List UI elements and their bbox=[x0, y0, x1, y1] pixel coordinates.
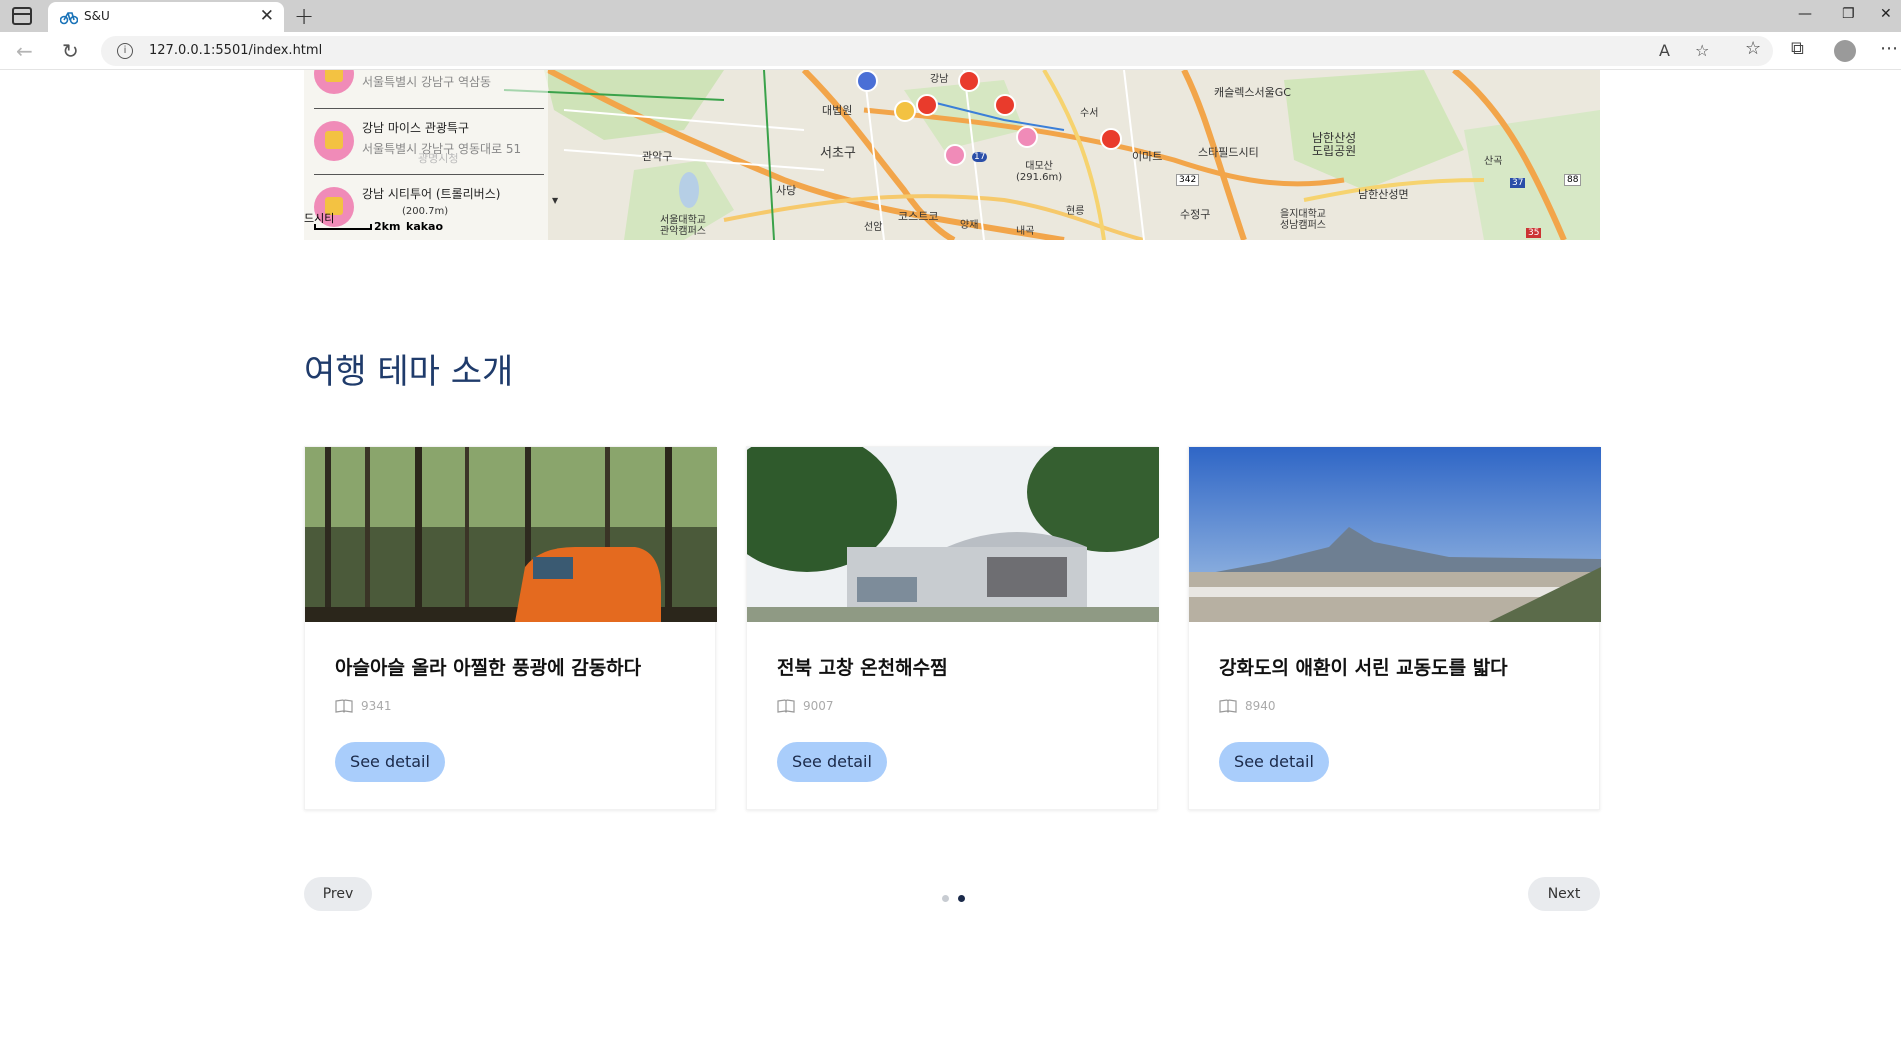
theme-card: 아슬아슬 올라 아찔한 풍광에 감동하다 9341 See detail bbox=[304, 446, 717, 810]
tab-actions-icon[interactable] bbox=[12, 7, 32, 25]
map-label: 이마트 bbox=[1132, 150, 1163, 163]
info-icon[interactable]: i bbox=[117, 43, 133, 59]
attraction-marker-icon[interactable] bbox=[944, 144, 966, 166]
lodging-marker-icon[interactable] bbox=[1100, 128, 1122, 150]
attraction-marker-icon bbox=[314, 70, 354, 94]
theme-card: 전북 고창 온천해수찜 9007 See detail bbox=[746, 446, 1159, 810]
map-label: 관악구 bbox=[642, 150, 673, 163]
card-title[interactable]: 전북 고창 온천해수찜 bbox=[777, 653, 948, 680]
favorites-icon[interactable]: ☆ bbox=[1745, 38, 1761, 59]
map-label: 서울대학교 관악캠퍼스 bbox=[660, 215, 706, 237]
poi-name: 강남 마이스 관광특구 bbox=[362, 121, 469, 135]
event-marker-icon[interactable] bbox=[894, 100, 916, 122]
restaurant-marker-icon[interactable] bbox=[856, 70, 878, 92]
card-title[interactable]: 강화도의 애환이 서린 교동도를 밟다 bbox=[1219, 653, 1508, 680]
map-label: 산곡 bbox=[1484, 156, 1503, 167]
map-label: 내곡 bbox=[1016, 226, 1035, 237]
map-label: 캐슬렉스서울GC bbox=[1214, 86, 1291, 99]
next-button[interactable]: Next bbox=[1528, 877, 1600, 911]
book-icon bbox=[335, 699, 353, 713]
book-icon bbox=[1219, 699, 1237, 713]
map-label: (200.7m) bbox=[402, 206, 449, 217]
map-label: 스타필드시티 bbox=[1198, 146, 1259, 159]
poi-address: 서울특별시 강남구 역삼동 bbox=[362, 75, 492, 89]
page-dot-1[interactable] bbox=[942, 895, 949, 902]
map-label: 수서 bbox=[1080, 108, 1099, 119]
card-view-count: 9007 bbox=[803, 699, 834, 713]
address-toolbar: ← ↻ i 127.0.0.1:5501/index.html A ☆ ☆ ⧉ … bbox=[0, 32, 1901, 70]
close-tab-icon[interactable]: ✕ bbox=[260, 6, 274, 26]
page-dot-2-active[interactable] bbox=[958, 895, 965, 902]
card-title[interactable]: 아슬아슬 올라 아찔한 풍광에 감동하다 bbox=[335, 653, 641, 680]
address-bar[interactable]: i 127.0.0.1:5501/index.html A ☆ bbox=[101, 36, 1773, 66]
attraction-marker-icon[interactable] bbox=[1016, 126, 1038, 148]
route-badge: 88 bbox=[1564, 174, 1582, 186]
url-text[interactable]: 127.0.0.1:5501/index.html bbox=[149, 43, 322, 58]
see-detail-button[interactable]: See detail bbox=[777, 742, 887, 782]
card-image-spa-building bbox=[747, 447, 1159, 622]
map-label: 남한산성 도립공원 bbox=[1312, 131, 1357, 158]
tab-strip: S&U ✕ + — ❐ ✕ bbox=[0, 0, 1901, 32]
map-label: 수정구 bbox=[1180, 208, 1211, 221]
kakao-map[interactable]: 대법원 서초구 관악구 사당 서울대학교 관악캠퍼스 대모산 (291.6m) … bbox=[304, 70, 1600, 240]
map-label: 현릉 bbox=[1066, 206, 1085, 217]
map-scale-bar bbox=[314, 224, 372, 230]
back-icon[interactable]: ← bbox=[16, 39, 33, 63]
map-poi-list[interactable]: 서울특별시 강남구 역삼동 강남 마이스 관광특구 서울특별시 강남구 영동대로… bbox=[304, 70, 558, 240]
section-title: 여행 테마 소개 bbox=[304, 352, 514, 392]
map-label: 선암 bbox=[864, 222, 883, 233]
route-badge: 342 bbox=[1176, 174, 1200, 186]
map-label: 광명시청 bbox=[418, 152, 459, 165]
tab-title: S&U bbox=[84, 9, 110, 23]
card-image-forest-rail bbox=[305, 447, 717, 622]
map-label: 사당 bbox=[776, 184, 797, 197]
theme-card: 강화도의 애환이 서린 교동도를 밟다 8940 See detail bbox=[1188, 446, 1601, 810]
new-tab-icon[interactable]: + bbox=[294, 2, 314, 30]
profile-avatar[interactable] bbox=[1834, 40, 1856, 62]
map-label: 양재 bbox=[960, 220, 979, 231]
map-label: 강남 bbox=[930, 74, 949, 85]
map-label: 을지대학교 성남캠퍼스 bbox=[1280, 209, 1326, 231]
book-icon bbox=[777, 699, 795, 713]
see-detail-button[interactable]: See detail bbox=[335, 742, 445, 782]
minimize-icon[interactable]: — bbox=[1798, 6, 1812, 22]
route-badge: 37 bbox=[1510, 178, 1526, 188]
browser-window: S&U ✕ + — ❐ ✕ ← ↻ i 127.0.0.1:5501/index… bbox=[0, 0, 1901, 1040]
read-aloud-icon[interactable]: A bbox=[1659, 41, 1670, 60]
restore-icon[interactable]: ❐ bbox=[1842, 6, 1855, 22]
add-favorite-icon[interactable]: ☆ bbox=[1695, 41, 1709, 60]
map-label: 서초구 bbox=[820, 146, 856, 161]
kakao-logo: kakao bbox=[406, 220, 444, 233]
card-view-count: 8940 bbox=[1245, 699, 1276, 713]
see-detail-button[interactable]: See detail bbox=[1219, 742, 1329, 782]
attraction-marker-icon bbox=[314, 121, 354, 161]
lodging-marker-icon[interactable] bbox=[994, 94, 1016, 116]
map-scale-label: 2km bbox=[374, 220, 401, 233]
scroll-down-icon[interactable]: ▼ bbox=[552, 196, 558, 205]
route-badge: 17 bbox=[972, 152, 988, 162]
map-label: 코스트코 bbox=[898, 210, 939, 223]
route-badge: 35 bbox=[1526, 228, 1542, 238]
card-view-count: 9341 bbox=[361, 699, 392, 713]
browser-tab[interactable]: S&U ✕ bbox=[48, 2, 284, 32]
map-label: 대법원 bbox=[822, 104, 853, 117]
collections-icon[interactable]: ⧉ bbox=[1791, 38, 1804, 59]
poi-name: 강남 시티투어 (트롤리버스) bbox=[362, 187, 501, 201]
more-menu-icon[interactable]: ⋯ bbox=[1880, 38, 1898, 59]
prev-button[interactable]: Prev bbox=[304, 877, 372, 911]
lodging-marker-icon[interactable] bbox=[916, 94, 938, 116]
card-image-island-view bbox=[1189, 447, 1601, 622]
bicycle-icon bbox=[60, 12, 78, 25]
map-label: 남한산성면 bbox=[1358, 188, 1409, 201]
close-window-icon[interactable]: ✕ bbox=[1880, 6, 1892, 22]
lodging-marker-icon[interactable] bbox=[958, 70, 980, 92]
reload-icon[interactable]: ↻ bbox=[62, 39, 79, 63]
poi-item[interactable]: 서울특별시 강남구 역삼동 bbox=[314, 70, 544, 98]
map-label: 대모산 (291.6m) bbox=[1016, 161, 1063, 183]
